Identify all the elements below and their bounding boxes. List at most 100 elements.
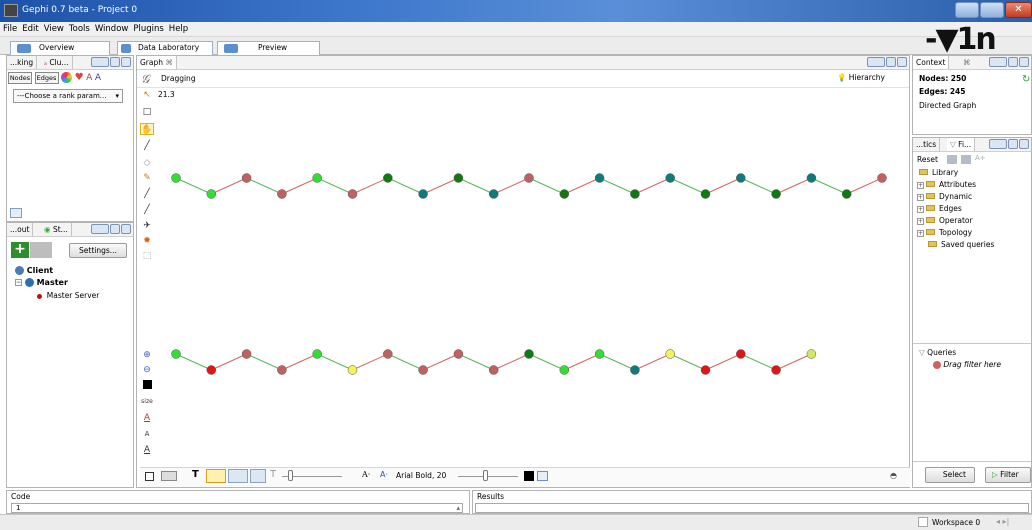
heat-map-icon[interactable]: ✹ bbox=[140, 235, 154, 247]
settings-button[interactable]: Settings... bbox=[69, 243, 127, 258]
workspace-nav-icon[interactable]: ◂ ▸| bbox=[996, 517, 1009, 526]
maximize-button[interactable] bbox=[980, 2, 1004, 18]
remove-button[interactable] bbox=[30, 242, 52, 258]
lower-chain-node[interactable] bbox=[277, 365, 287, 375]
context-panel-controls[interactable] bbox=[988, 57, 1029, 71]
library-topology[interactable]: + Topology bbox=[917, 228, 972, 237]
upper-chain-node[interactable] bbox=[665, 173, 675, 183]
lower-chain-node[interactable] bbox=[383, 349, 393, 359]
library-dynamic[interactable]: + Dynamic bbox=[917, 192, 972, 201]
lower-chain-node[interactable] bbox=[559, 365, 570, 375]
close-button[interactable]: ✕ bbox=[1005, 2, 1032, 18]
lower-chain-node[interactable] bbox=[241, 349, 252, 359]
filters-panel-controls[interactable] bbox=[988, 139, 1029, 153]
queries-root[interactable]: ▽ Queries bbox=[919, 348, 956, 357]
node-labels-toggle[interactable] bbox=[206, 469, 226, 483]
label-size-icon[interactable]: A bbox=[95, 73, 101, 83]
pointer-icon[interactable]: ↖ bbox=[140, 89, 154, 101]
menu-file[interactable]: File bbox=[0, 22, 19, 34]
refresh-icon[interactable]: ↻ bbox=[1022, 74, 1030, 85]
label-color-swatch[interactable] bbox=[524, 471, 534, 481]
lower-chain-node[interactable] bbox=[806, 349, 817, 359]
label-color-icon[interactable]: A bbox=[140, 412, 154, 424]
edge-pencil-icon[interactable]: ╱ bbox=[140, 204, 154, 216]
background-color-icon[interactable] bbox=[140, 380, 154, 392]
edges-toggle-icon[interactable] bbox=[161, 471, 177, 481]
label-small-icon[interactable]: A bbox=[140, 428, 154, 440]
edit-node-icon[interactable]: ⬚ bbox=[140, 250, 154, 262]
lower-chain-node[interactable] bbox=[206, 365, 217, 375]
context-close-icon[interactable]: ⌘ bbox=[963, 56, 971, 69]
lower-chain-node[interactable] bbox=[594, 349, 605, 359]
code-editor[interactable]: 1 ▴ bbox=[11, 503, 463, 513]
font-size-slider[interactable] bbox=[458, 476, 518, 477]
shortest-path-icon[interactable]: ✈ bbox=[140, 220, 154, 232]
label-mode-toggle[interactable] bbox=[250, 469, 266, 483]
apply-ranking-icon[interactable] bbox=[10, 208, 22, 218]
screenshot-icon[interactable] bbox=[145, 472, 154, 481]
label-color-icon[interactable]: A bbox=[86, 73, 92, 83]
upper-chain-node[interactable] bbox=[630, 189, 640, 199]
drag-icon[interactable]: ✋ bbox=[140, 123, 154, 135]
upper-chain-node[interactable] bbox=[877, 173, 887, 183]
tab-ranking[interactable]: ...king bbox=[7, 56, 38, 69]
label-font-icon[interactable]: A bbox=[140, 444, 154, 456]
lower-chain-node[interactable] bbox=[171, 349, 181, 359]
upper-chain-node[interactable] bbox=[771, 189, 781, 199]
upper-chain-node[interactable] bbox=[312, 173, 322, 183]
tab-statistics[interactable]: ◉ St... bbox=[41, 223, 72, 236]
pen-icon[interactable]: ╱ bbox=[140, 188, 154, 200]
upper-chain-node[interactable] bbox=[559, 189, 570, 199]
upper-chain-node[interactable] bbox=[383, 173, 393, 183]
workspace-label[interactable]: Workspace 0 bbox=[932, 518, 980, 527]
menu-plugins[interactable]: Plugins bbox=[130, 22, 165, 34]
tab-preview[interactable]: Preview bbox=[217, 41, 320, 55]
lower-chain-node[interactable] bbox=[771, 365, 781, 375]
upper-chain-node[interactable] bbox=[806, 173, 817, 183]
hierarchy-button[interactable]: 💡 Hierarchy bbox=[837, 73, 885, 82]
font-label[interactable]: Arial Bold, 20 bbox=[396, 471, 446, 480]
lower-chain-node[interactable] bbox=[630, 365, 640, 375]
tab-graph[interactable]: Graph ⌘ bbox=[137, 56, 177, 69]
tab-filters[interactable]: ▽ Fi... bbox=[947, 138, 976, 151]
lower-chain-node[interactable] bbox=[347, 365, 358, 375]
tab-overview[interactable]: Overview bbox=[10, 41, 110, 55]
reset-button[interactable]: Reset bbox=[917, 155, 938, 164]
add-button[interactable]: + bbox=[11, 242, 29, 258]
select-button[interactable]: Select bbox=[925, 467, 975, 483]
menu-window[interactable]: Window bbox=[92, 22, 131, 34]
size-icon[interactable]: ♥ bbox=[75, 72, 84, 83]
tab-clustering[interactable]: ₐ Clu... bbox=[41, 56, 73, 69]
size-tool-label[interactable]: size bbox=[140, 396, 154, 408]
label-size-slider-handle[interactable] bbox=[288, 470, 293, 481]
upper-chain-node[interactable] bbox=[171, 173, 181, 183]
upper-chain-node[interactable] bbox=[488, 189, 499, 199]
lower-chain-node[interactable] bbox=[736, 349, 746, 359]
filter-icon-2[interactable] bbox=[961, 155, 971, 164]
upper-chain-node[interactable] bbox=[841, 189, 852, 199]
tree-client[interactable]: Client bbox=[15, 266, 53, 275]
edge-labels-toggle[interactable] bbox=[228, 469, 248, 483]
diamond-icon[interactable]: ◇ bbox=[140, 157, 154, 169]
lower-chain-node[interactable] bbox=[488, 365, 499, 375]
upper-chain-node[interactable] bbox=[277, 189, 287, 199]
graph-panel-controls[interactable] bbox=[866, 57, 907, 71]
font-size-slider-handle[interactable] bbox=[483, 470, 488, 481]
layout-panel-controls[interactable] bbox=[90, 224, 131, 238]
rank-parameter-select[interactable]: ---Choose a rank param... ▾ bbox=[13, 89, 123, 103]
tab-statistics[interactable]: ...tics bbox=[913, 138, 941, 151]
graph-canvas[interactable] bbox=[158, 150, 910, 390]
zoom-in-icon[interactable]: ⊕ bbox=[140, 349, 154, 361]
menu-view[interactable]: View bbox=[41, 22, 66, 34]
tab-context[interactable]: Context bbox=[913, 56, 950, 69]
text-icon[interactable]: T bbox=[192, 469, 199, 480]
upper-chain-node[interactable] bbox=[206, 189, 217, 199]
lower-chain-node[interactable] bbox=[418, 365, 428, 375]
font-color-icon[interactable]: A· bbox=[380, 470, 388, 479]
nodes-toggle[interactable]: Nodes bbox=[8, 72, 32, 84]
tab-data-laboratory[interactable]: Data Laboratory bbox=[117, 41, 213, 55]
upper-chain-node[interactable] bbox=[241, 173, 252, 183]
tree-master[interactable]: − Master bbox=[15, 278, 68, 287]
menu-tools[interactable]: Tools bbox=[66, 22, 92, 34]
results-area[interactable] bbox=[475, 503, 1029, 513]
